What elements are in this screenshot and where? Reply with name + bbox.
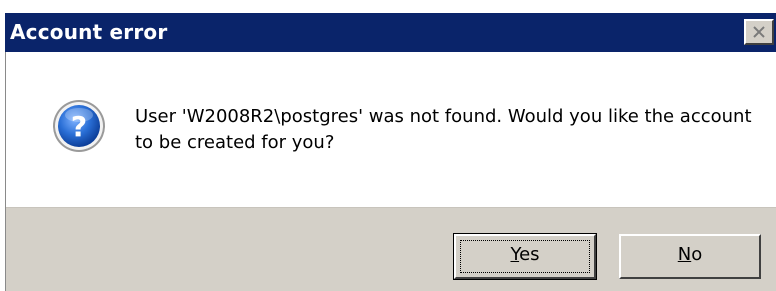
dialog-body: ? User 'W2008R2\postgres' was not found.… [5, 52, 776, 291]
svg-text:?: ? [71, 110, 87, 143]
yes-mnemonic: Y [510, 244, 520, 265]
question-icon: ? [53, 100, 105, 152]
button-bar: Yes No [6, 207, 776, 291]
account-error-dialog: Account error ? User 'W2008R2\postgres' … [0, 0, 776, 291]
message-text: User 'W2008R2\postgres' was not found. W… [135, 106, 752, 153]
yes-button[interactable]: Yes [453, 233, 597, 280]
no-button[interactable]: No [619, 234, 761, 279]
dialog-title: Account error [10, 20, 168, 44]
title-bar[interactable]: Account error [5, 13, 776, 52]
no-mnemonic: N [677, 244, 692, 265]
message-area: ? User 'W2008R2\postgres' was not found.… [6, 52, 776, 207]
close-button[interactable] [744, 19, 774, 45]
yes-label-rest: es [519, 244, 540, 265]
close-icon [753, 26, 765, 38]
no-label-rest: o [691, 244, 703, 265]
yes-button-label: Yes [510, 244, 539, 265]
no-button-label: No [678, 244, 702, 265]
